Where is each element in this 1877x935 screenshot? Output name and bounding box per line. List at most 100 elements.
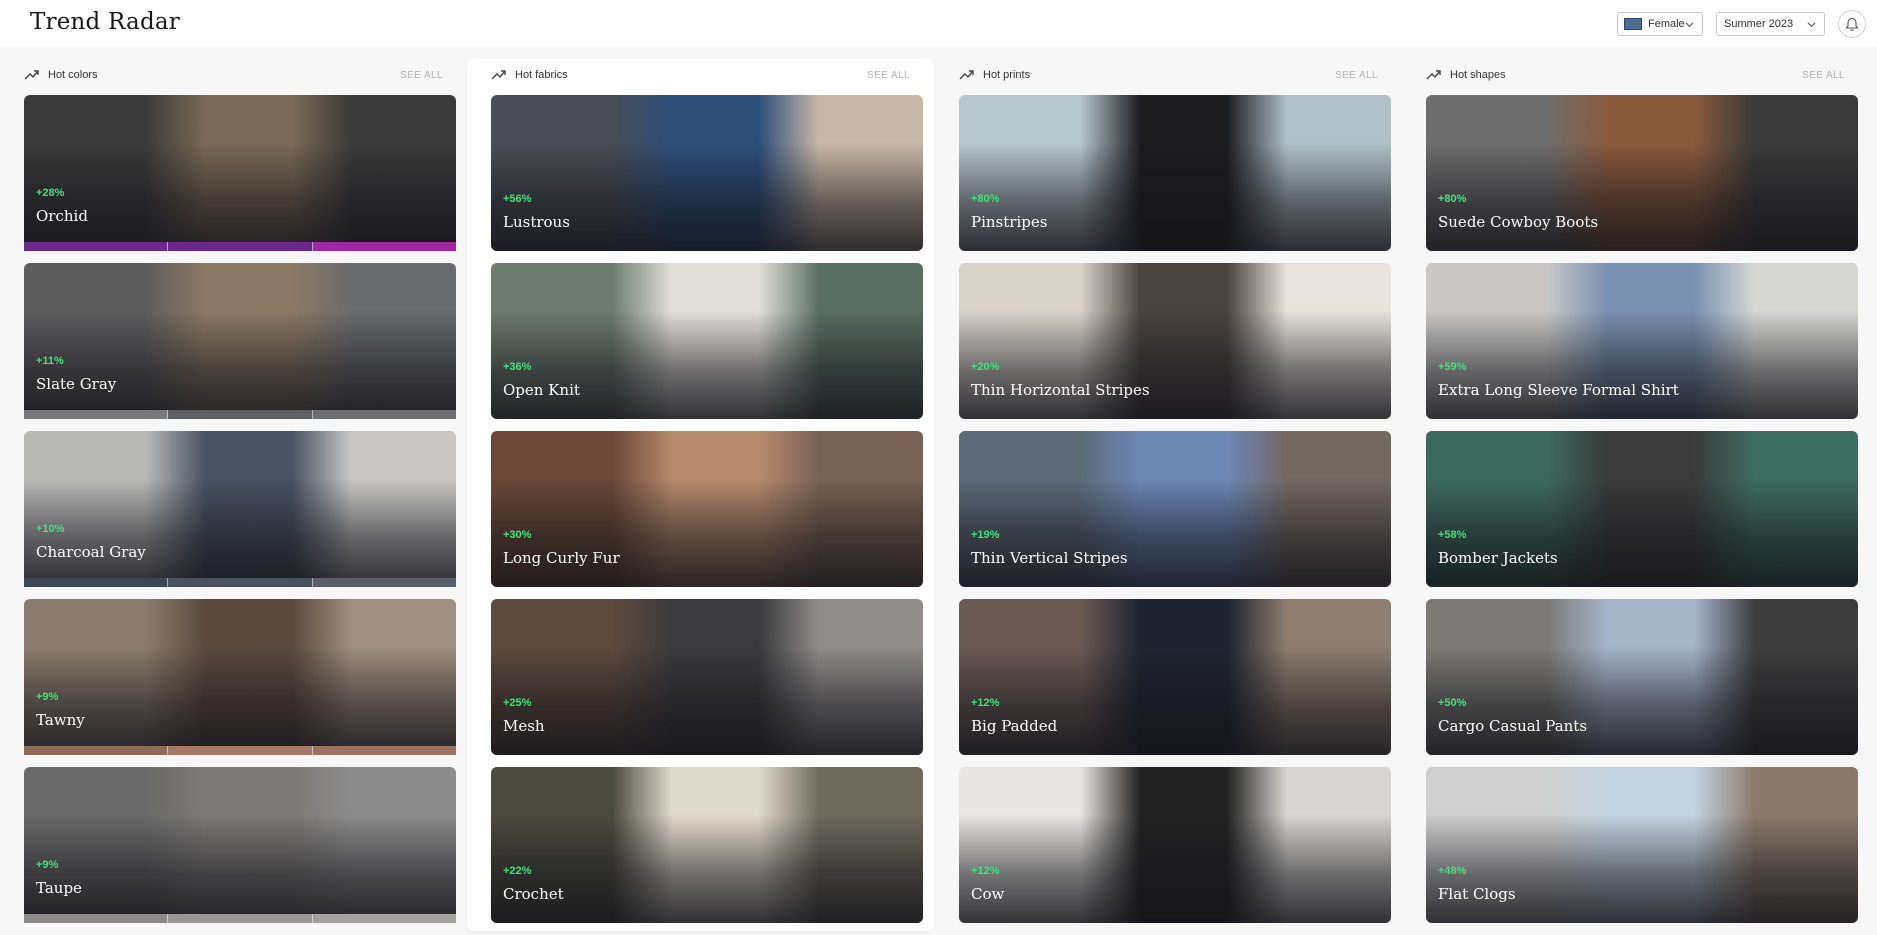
color-swatch bbox=[312, 746, 456, 755]
trend-growth-value: +36% bbox=[503, 361, 532, 373]
column-header: Hot prints SEE ALL bbox=[959, 68, 1378, 84]
column-title: Hot colors bbox=[48, 69, 98, 81]
color-swatch bbox=[312, 242, 456, 251]
see-all-link[interactable]: SEE ALL bbox=[867, 70, 910, 81]
trend-name: Charcoal Gray bbox=[36, 543, 146, 561]
trend-card[interactable]: +36% Open Knit bbox=[491, 263, 923, 419]
column-title: Hot fabrics bbox=[515, 69, 568, 81]
color-swatch bbox=[24, 242, 169, 251]
trend-card[interactable]: +28% Orchid bbox=[24, 95, 456, 251]
trend-card[interactable]: +50% Cargo Casual Pants bbox=[1426, 599, 1858, 755]
trend-card[interactable]: +11% Slate Gray bbox=[24, 263, 456, 419]
trend-card[interactable]: +10% Charcoal Gray bbox=[24, 431, 456, 587]
photo-overlay bbox=[959, 477, 1391, 587]
color-swatch bbox=[24, 410, 169, 419]
notifications-button[interactable] bbox=[1838, 10, 1866, 38]
trend-name: Orchid bbox=[36, 207, 88, 225]
app-title: Trend Radar bbox=[30, 9, 180, 35]
photo-overlay bbox=[959, 813, 1391, 923]
trend-card[interactable]: +30% Long Curly Fur bbox=[491, 431, 923, 587]
trend-name: Taupe bbox=[36, 879, 82, 897]
gender-select-value: Female bbox=[1648, 18, 1685, 30]
column-header: Hot fabrics SEE ALL bbox=[491, 68, 910, 84]
color-palette-strip bbox=[24, 578, 456, 587]
trend-growth-value: +80% bbox=[1438, 193, 1467, 205]
top-bar: Trend Radar Female Summer 2023 bbox=[0, 0, 1877, 47]
column-header: Hot shapes SEE ALL bbox=[1426, 68, 1845, 84]
trend-card[interactable]: +25% Mesh bbox=[491, 599, 923, 755]
trend-card[interactable]: +59% Extra Long Sleeve Formal Shirt bbox=[1426, 263, 1858, 419]
color-swatch bbox=[168, 578, 313, 587]
trend-growth-value: +50% bbox=[1438, 697, 1467, 709]
color-palette-strip bbox=[24, 410, 456, 419]
column-header: Hot colors SEE ALL bbox=[24, 68, 443, 84]
color-swatch bbox=[312, 578, 456, 587]
trend-name: Thin Vertical Stripes bbox=[971, 549, 1128, 567]
color-swatch bbox=[24, 578, 169, 587]
trend-name: Suede Cowboy Boots bbox=[1438, 213, 1599, 231]
trend-growth-value: +12% bbox=[971, 865, 1000, 877]
trend-growth-value: +25% bbox=[503, 697, 532, 709]
trend-growth-value: +58% bbox=[1438, 529, 1467, 541]
season-select[interactable]: Summer 2023 bbox=[1716, 12, 1825, 36]
column-title: Hot shapes bbox=[1450, 69, 1506, 81]
photo-overlay bbox=[24, 477, 456, 587]
trend-card[interactable]: +12% Big Padded bbox=[959, 599, 1391, 755]
trend-card[interactable]: +9% Tawny bbox=[24, 599, 456, 755]
photo-overlay bbox=[491, 477, 923, 587]
trending-up-icon bbox=[491, 70, 506, 80]
photo-overlay bbox=[1426, 813, 1858, 923]
trend-column-hot-fabrics: Hot fabrics SEE ALL +56% Lustrous +36% Open K… bbox=[467, 59, 934, 931]
trend-card[interactable]: +56% Lustrous bbox=[491, 95, 923, 251]
column-title: Hot prints bbox=[983, 69, 1031, 81]
trend-growth-value: +19% bbox=[971, 529, 1000, 541]
trend-name: Crochet bbox=[503, 885, 564, 903]
gender-select[interactable]: Female bbox=[1617, 12, 1703, 36]
trend-name: Thin Horizontal Stripes bbox=[971, 381, 1150, 399]
color-swatch bbox=[24, 746, 169, 755]
photo-overlay bbox=[491, 309, 923, 419]
trend-growth-value: +9% bbox=[36, 859, 59, 871]
photo-overlay bbox=[1426, 141, 1858, 251]
photo-overlay bbox=[24, 813, 456, 923]
color-swatch bbox=[312, 410, 456, 419]
photo-overlay bbox=[959, 141, 1391, 251]
trend-card[interactable]: +80% Suede Cowboy Boots bbox=[1426, 95, 1858, 251]
trend-card[interactable]: +22% Crochet bbox=[491, 767, 923, 923]
trend-name: Flat Clogs bbox=[1438, 885, 1516, 903]
trend-name: Cargo Casual Pants bbox=[1438, 717, 1588, 735]
trend-card[interactable]: +9% Taupe bbox=[24, 767, 456, 923]
trend-card[interactable]: +58% Bomber Jackets bbox=[1426, 431, 1858, 587]
gender-color-swatch bbox=[1624, 18, 1642, 30]
trend-name: Bomber Jackets bbox=[1438, 549, 1558, 567]
color-palette-strip bbox=[24, 746, 456, 755]
trend-growth-value: +12% bbox=[971, 697, 1000, 709]
photo-overlay bbox=[24, 141, 456, 251]
trend-column-hot-colors: Hot colors SEE ALL +28% Orchid +11% Slate Gra… bbox=[0, 59, 467, 931]
chevron-down-icon bbox=[1807, 22, 1816, 28]
color-swatch bbox=[168, 746, 313, 755]
photo-overlay bbox=[491, 645, 923, 755]
trend-column-hot-shapes: Hot shapes SEE ALL +80% Suede Cowboy Boots +… bbox=[1402, 59, 1869, 931]
trend-growth-value: +56% bbox=[503, 193, 532, 205]
trend-growth-value: +80% bbox=[971, 193, 1000, 205]
trend-card[interactable]: +48% Flat Clogs bbox=[1426, 767, 1858, 923]
trend-growth-value: +10% bbox=[36, 523, 65, 535]
trend-name: Cow bbox=[971, 885, 1005, 903]
trend-card[interactable]: +12% Cow bbox=[959, 767, 1391, 923]
color-swatch bbox=[24, 914, 169, 923]
see-all-link[interactable]: SEE ALL bbox=[1335, 70, 1378, 81]
photo-overlay bbox=[959, 309, 1391, 419]
color-palette-strip bbox=[24, 914, 456, 923]
trend-card[interactable]: +19% Thin Vertical Stripes bbox=[959, 431, 1391, 587]
color-swatch bbox=[312, 914, 456, 923]
trend-growth-value: +28% bbox=[36, 187, 65, 199]
trend-card[interactable]: +20% Thin Horizontal Stripes bbox=[959, 263, 1391, 419]
color-swatch bbox=[168, 242, 313, 251]
photo-overlay bbox=[491, 141, 923, 251]
see-all-link[interactable]: SEE ALL bbox=[400, 70, 443, 81]
trend-card[interactable]: +80% Pinstripes bbox=[959, 95, 1391, 251]
see-all-link[interactable]: SEE ALL bbox=[1802, 70, 1845, 81]
photo-overlay bbox=[1426, 309, 1858, 419]
season-select-value: Summer 2023 bbox=[1724, 18, 1794, 30]
